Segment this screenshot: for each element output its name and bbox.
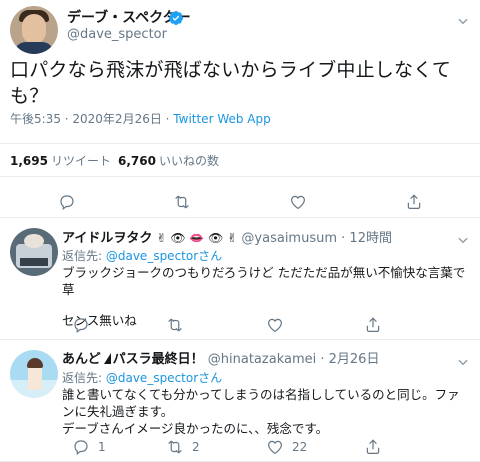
retweet-icon xyxy=(168,318,182,332)
tweet-source-link[interactable]: Twitter Web App xyxy=(173,112,270,126)
reply-header: アイドルヲタク ✌ 👁 👄 👁 ✌ @yasaimusum · 12時間 xyxy=(62,231,392,246)
share-button[interactable] xyxy=(364,316,382,334)
replying-to: 返信先: @dave_spectorさん xyxy=(62,248,222,264)
author-handle[interactable]: @dave_spector xyxy=(67,27,167,43)
reply-to-label: 返信先: xyxy=(62,371,106,385)
reply-icon xyxy=(74,318,88,333)
author-name[interactable]: あんど xyxy=(62,352,101,367)
reply-tweet[interactable]: アイドルヲタク ✌ 👁 👄 👁 ✌ @yasaimusum · 12時間 返信先… xyxy=(0,219,480,340)
chevron-down-icon[interactable] xyxy=(456,232,470,246)
reply-count: 1 xyxy=(98,440,106,454)
like-icon xyxy=(268,440,282,455)
likes-label: いいねの数 xyxy=(158,154,219,168)
author-handle[interactable]: @yasaimusum xyxy=(241,231,337,246)
author-handle[interactable]: @hinatazakamei xyxy=(208,352,316,367)
replying-to: 返信先: @dave_spectorさん xyxy=(62,370,222,386)
share-icon xyxy=(366,317,380,332)
avatar[interactable] xyxy=(10,6,58,54)
reply-to-user[interactable]: @dave_spectorさん xyxy=(106,249,222,263)
like-button[interactable]: 22 xyxy=(266,438,307,456)
triangle-icon xyxy=(103,353,111,364)
reply-timestamp[interactable]: 2月26日 xyxy=(329,352,380,367)
reply-to-user[interactable]: @dave_spectorさん xyxy=(106,371,222,385)
share-icon xyxy=(407,194,421,209)
retweet-button[interactable] xyxy=(173,193,191,211)
like-button[interactable] xyxy=(289,193,307,211)
retweet-button[interactable] xyxy=(166,316,192,334)
share-button[interactable] xyxy=(364,438,382,456)
like-button[interactable] xyxy=(266,316,292,334)
main-tweet: デーブ・スペクター @dave_spector 口パクなら飛沫が飛ばないからライ… xyxy=(0,0,480,218)
tweet-meta: 午後5:35 · 2020年2月26日 · Twitter Web App xyxy=(10,111,271,127)
reply-to-label: 返信先: xyxy=(62,249,106,263)
reply-timestamp[interactable]: 12時間 xyxy=(349,231,392,246)
author-name[interactable]: アイドルヲタク xyxy=(62,231,152,246)
avatar[interactable] xyxy=(10,228,58,276)
share-button[interactable] xyxy=(405,193,423,211)
reply-tweet[interactable]: あんど パスラ最終日！ @hinatazakamei · 2月26日 返信先: @… xyxy=(0,341,480,462)
like-count: 22 xyxy=(292,440,308,454)
reply-icon xyxy=(74,440,88,455)
retweets-label: リツイート xyxy=(50,154,111,168)
reply-button[interactable]: 1 xyxy=(72,438,106,456)
chevron-down-icon[interactable] xyxy=(456,354,470,368)
verified-icon xyxy=(168,11,183,25)
reply-line: デーブさんイメージ良かったのに、、残念です。 xyxy=(62,421,329,436)
retweets-count: 1,695 xyxy=(10,154,48,168)
tweet-text: 口パクなら飛沫が飛ばないからライブ中止しなくても？ xyxy=(10,59,452,107)
retweet-count: 2 xyxy=(192,440,200,454)
like-icon xyxy=(291,195,305,210)
author-name-suffix[interactable]: パスラ最終日！ xyxy=(113,352,204,367)
avatar[interactable] xyxy=(10,350,58,398)
reply-line: 誰と書いてなくても分かってしまうのは名指ししているのと同じ。ファンに失礼過ぎます… xyxy=(62,387,460,419)
reply-button[interactable] xyxy=(58,193,76,211)
name-emoji: ✌ 👁 👄 👁 ✌ xyxy=(156,231,238,245)
like-icon xyxy=(268,318,282,333)
likes-stat[interactable]: 6,760 いいねの数 xyxy=(118,153,219,169)
share-icon xyxy=(366,439,380,454)
reply-icon xyxy=(60,195,74,210)
retweet-icon xyxy=(175,195,189,209)
reply-button[interactable] xyxy=(72,316,98,334)
reply-header: あんど パスラ最終日！ @hinatazakamei · 2月26日 xyxy=(62,352,380,367)
reply-line: ブラックジョークのつもりだろうけど ただただ品が無い不愉快な言葉で草 xyxy=(62,265,466,297)
retweet-icon xyxy=(168,440,182,454)
likes-count: 6,760 xyxy=(118,154,156,168)
retweet-button[interactable]: 2 xyxy=(166,438,200,456)
tweet-timestamp[interactable]: 午後5:35 · 2020年2月26日 · xyxy=(10,112,173,126)
chevron-down-icon[interactable] xyxy=(456,13,470,27)
retweets-stat[interactable]: 1,695 リツイート xyxy=(10,153,111,169)
engagement-stats: 1,695 リツイート 6,760 いいねの数 xyxy=(0,143,480,177)
reply-text: 誰と書いてなくても分かってしまうのは名指ししているのと同じ。ファンに失礼過ぎます… xyxy=(62,386,472,437)
